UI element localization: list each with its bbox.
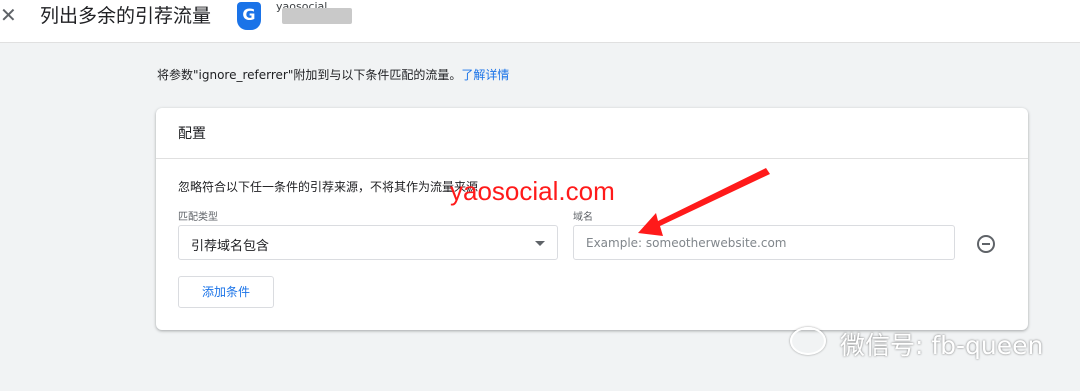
remove-condition-icon[interactable] [977, 235, 995, 253]
config-card: 配置 忽略符合以下任一条件的引荐来源，不将其作为流量来源 匹配类型 引荐域名包含… [156, 108, 1028, 330]
google-analytics-icon: G [237, 2, 261, 30]
match-type-value: 引荐域名包含 [191, 239, 270, 254]
intro-description: 将参数"ignore_referrer"附加到与以下条件匹配的流量。 [157, 68, 462, 82]
domain-label: 域名 [573, 212, 593, 223]
redacted-account-info [282, 8, 352, 24]
domain-input[interactable] [573, 225, 955, 260]
card-title: 配置 [178, 126, 206, 142]
close-icon[interactable]: ✕ [0, 4, 18, 26]
dropdown-arrow-icon [535, 241, 545, 246]
card-header: 配置 [156, 108, 1028, 159]
add-condition-button[interactable]: 添加条件 [178, 276, 274, 308]
top-bar: ✕ 列出多余的引荐流量 G yaosocial [0, 0, 1080, 43]
match-type-label: 匹配类型 [178, 212, 218, 223]
wechat-id-text: 微信号: fb-queen [840, 331, 1044, 360]
match-type-select[interactable]: 引荐域名包含 [178, 225, 558, 260]
wechat-watermark: 微信号: fb-queen [790, 322, 1070, 362]
account-selector[interactable]: yaosocial [270, 0, 360, 30]
learn-more-link[interactable]: 了解详情 [461, 68, 509, 82]
page-title: 列出多余的引荐流量 [40, 5, 212, 27]
wechat-icon [790, 327, 826, 355]
intro-text: 将参数"ignore_referrer"附加到与以下条件匹配的流量。了解详情 [157, 66, 509, 83]
watermark-text: yaosocial.com [450, 176, 615, 206]
config-description: 忽略符合以下任一条件的引荐来源，不将其作为流量来源 [178, 180, 479, 194]
